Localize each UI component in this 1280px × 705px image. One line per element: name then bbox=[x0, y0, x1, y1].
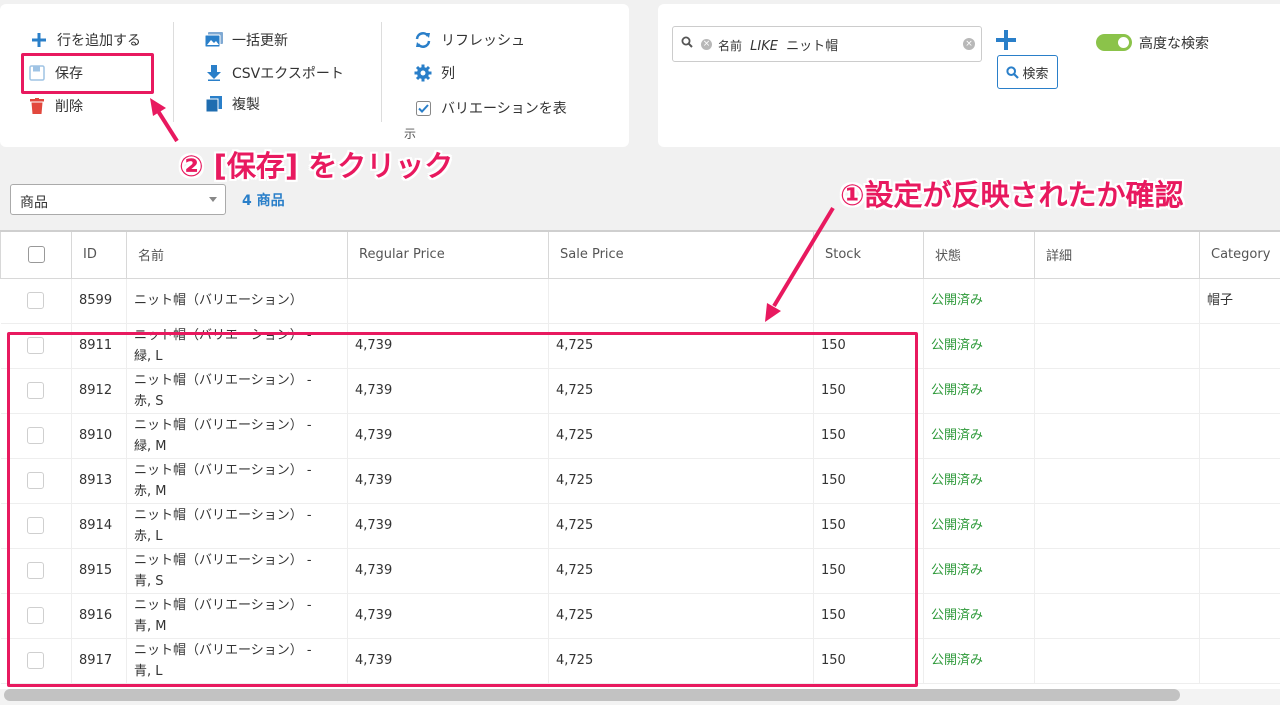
annotation-step1: ①設定が反映されたか確認 bbox=[840, 178, 1184, 212]
cell-category[interactable] bbox=[1199, 323, 1280, 369]
cell-stock[interactable] bbox=[813, 278, 924, 324]
gear-icon bbox=[414, 64, 432, 82]
cell-detail[interactable] bbox=[1034, 503, 1200, 549]
duplicate-button[interactable]: 複製 bbox=[205, 94, 260, 114]
column-header[interactable]: 詳細 bbox=[1034, 230, 1200, 279]
show-variations-toggle[interactable]: バリエーションを表 bbox=[414, 98, 567, 118]
cell-status[interactable]: 公開済み bbox=[923, 548, 1035, 594]
annotation-step2: ② [保存] をクリック bbox=[179, 149, 454, 183]
search-input[interactable]: × 名前 LIKE ニット帽 × bbox=[672, 26, 982, 62]
column-header[interactable]: Category bbox=[1199, 230, 1280, 279]
chip-remove-icon[interactable]: × bbox=[701, 38, 712, 50]
plus-icon bbox=[30, 31, 48, 49]
checkbox-checked-icon bbox=[414, 99, 432, 117]
cell-status[interactable]: 公開済み bbox=[923, 368, 1035, 414]
csv-export-button[interactable]: CSVエクスポート bbox=[205, 63, 344, 83]
chip-operator: LIKE bbox=[750, 38, 778, 54]
column-header[interactable]: 状態 bbox=[923, 230, 1035, 279]
show-variations-label: バリエーションを表 bbox=[441, 101, 567, 117]
plus-icon bbox=[996, 30, 1016, 50]
search-chip: 名前 LIKE ニット帽 bbox=[718, 35, 838, 54]
table-row[interactable]: 8599 ニット帽（バリエーション） 公開済み 帽子 bbox=[0, 278, 1280, 324]
cell-sale-price[interactable] bbox=[548, 278, 814, 324]
column-header[interactable]: Regular Price bbox=[347, 230, 549, 279]
save-highlight-box bbox=[21, 53, 154, 94]
toolbar-divider bbox=[173, 22, 174, 122]
cell-status[interactable]: 公開済み bbox=[923, 413, 1035, 459]
table-header-row: ID 名前 Regular Price Sale Price Stock 状態 … bbox=[0, 230, 1280, 279]
cell-detail[interactable] bbox=[1034, 548, 1200, 594]
columns-button[interactable]: 列 bbox=[414, 63, 455, 83]
name-line-1: ニット帽（バリエーション） bbox=[134, 293, 303, 308]
copy-icon bbox=[205, 95, 223, 113]
duplicate-label: 複製 bbox=[232, 97, 260, 113]
cell-status[interactable]: 公開済み bbox=[923, 638, 1035, 684]
cell-category[interactable] bbox=[1199, 548, 1280, 594]
chip-value: ニット帽 bbox=[786, 38, 839, 54]
download-arrow-icon bbox=[205, 64, 223, 82]
cell-status[interactable]: 公開済み bbox=[923, 458, 1035, 504]
cell-detail[interactable] bbox=[1034, 368, 1200, 414]
bulk-update-button[interactable]: 一括更新 bbox=[205, 30, 288, 50]
post-type-select[interactable]: 商品 bbox=[10, 184, 226, 215]
cell-category[interactable]: 帽子 bbox=[1199, 278, 1280, 324]
cell-name[interactable]: ニット帽（バリエーション） bbox=[126, 278, 348, 324]
result-count: 4 商品 bbox=[242, 193, 285, 209]
column-header[interactable]: Sale Price bbox=[548, 230, 814, 279]
select-all-checkbox[interactable] bbox=[0, 230, 72, 279]
columns-label: 列 bbox=[441, 66, 455, 82]
refresh-button[interactable]: リフレッシュ bbox=[414, 30, 525, 50]
cell-detail[interactable] bbox=[1034, 458, 1200, 504]
horizontal-scrollbar[interactable] bbox=[0, 689, 1280, 705]
search-button[interactable]: 検索 bbox=[997, 55, 1058, 89]
search-button-label: 検索 bbox=[1022, 66, 1049, 82]
chevron-down-icon bbox=[209, 197, 217, 202]
magnifier-icon bbox=[1006, 65, 1020, 79]
cell-detail[interactable] bbox=[1034, 323, 1200, 369]
column-header[interactable]: ID bbox=[71, 230, 127, 279]
cell-detail[interactable] bbox=[1034, 413, 1200, 459]
cell-detail[interactable] bbox=[1034, 278, 1200, 324]
cell-category[interactable] bbox=[1199, 368, 1280, 414]
toolbar-divider bbox=[381, 22, 382, 122]
show-variations-label-wrap: 示 bbox=[404, 127, 417, 141]
advanced-search-toggle[interactable] bbox=[1096, 34, 1132, 51]
row-checkbox[interactable] bbox=[0, 278, 72, 324]
cell-status[interactable]: 公開済み bbox=[923, 593, 1035, 639]
refresh-icon bbox=[414, 31, 432, 49]
rows-highlight-box bbox=[7, 332, 918, 687]
image-stack-icon bbox=[205, 31, 223, 49]
post-type-value: 商品 bbox=[20, 195, 48, 211]
cell-id[interactable]: 8599 bbox=[71, 278, 127, 324]
delete-button[interactable]: 削除 bbox=[28, 96, 83, 116]
trash-icon bbox=[28, 97, 46, 115]
cell-detail[interactable] bbox=[1034, 638, 1200, 684]
add-condition-button[interactable] bbox=[996, 30, 1016, 50]
refresh-label: リフレッシュ bbox=[441, 33, 525, 49]
cell-status[interactable]: 公開済み bbox=[923, 278, 1035, 324]
clear-search-icon[interactable]: × bbox=[963, 38, 975, 50]
chip-field: 名前 bbox=[718, 38, 743, 53]
column-header[interactable]: Stock bbox=[813, 230, 924, 279]
column-header[interactable]: 名前 bbox=[126, 230, 348, 279]
cell-status[interactable]: 公開済み bbox=[923, 323, 1035, 369]
add-row-button[interactable]: 行を追加する bbox=[30, 30, 141, 50]
cell-regular-price[interactable] bbox=[347, 278, 549, 324]
cell-category[interactable] bbox=[1199, 458, 1280, 504]
bulk-update-label: 一括更新 bbox=[232, 33, 288, 49]
csv-export-label: CSVエクスポート bbox=[232, 66, 344, 82]
cell-category[interactable] bbox=[1199, 638, 1280, 684]
add-row-label: 行を追加する bbox=[57, 33, 141, 49]
advanced-search-label: 高度な検索 bbox=[1139, 36, 1209, 52]
magnifier-icon bbox=[681, 36, 693, 52]
cell-detail[interactable] bbox=[1034, 593, 1200, 639]
cell-category[interactable] bbox=[1199, 593, 1280, 639]
scrollbar-thumb[interactable] bbox=[4, 689, 1180, 701]
cell-category[interactable] bbox=[1199, 413, 1280, 459]
cell-status[interactable]: 公開済み bbox=[923, 503, 1035, 549]
delete-label: 削除 bbox=[55, 99, 83, 115]
cell-category[interactable] bbox=[1199, 503, 1280, 549]
